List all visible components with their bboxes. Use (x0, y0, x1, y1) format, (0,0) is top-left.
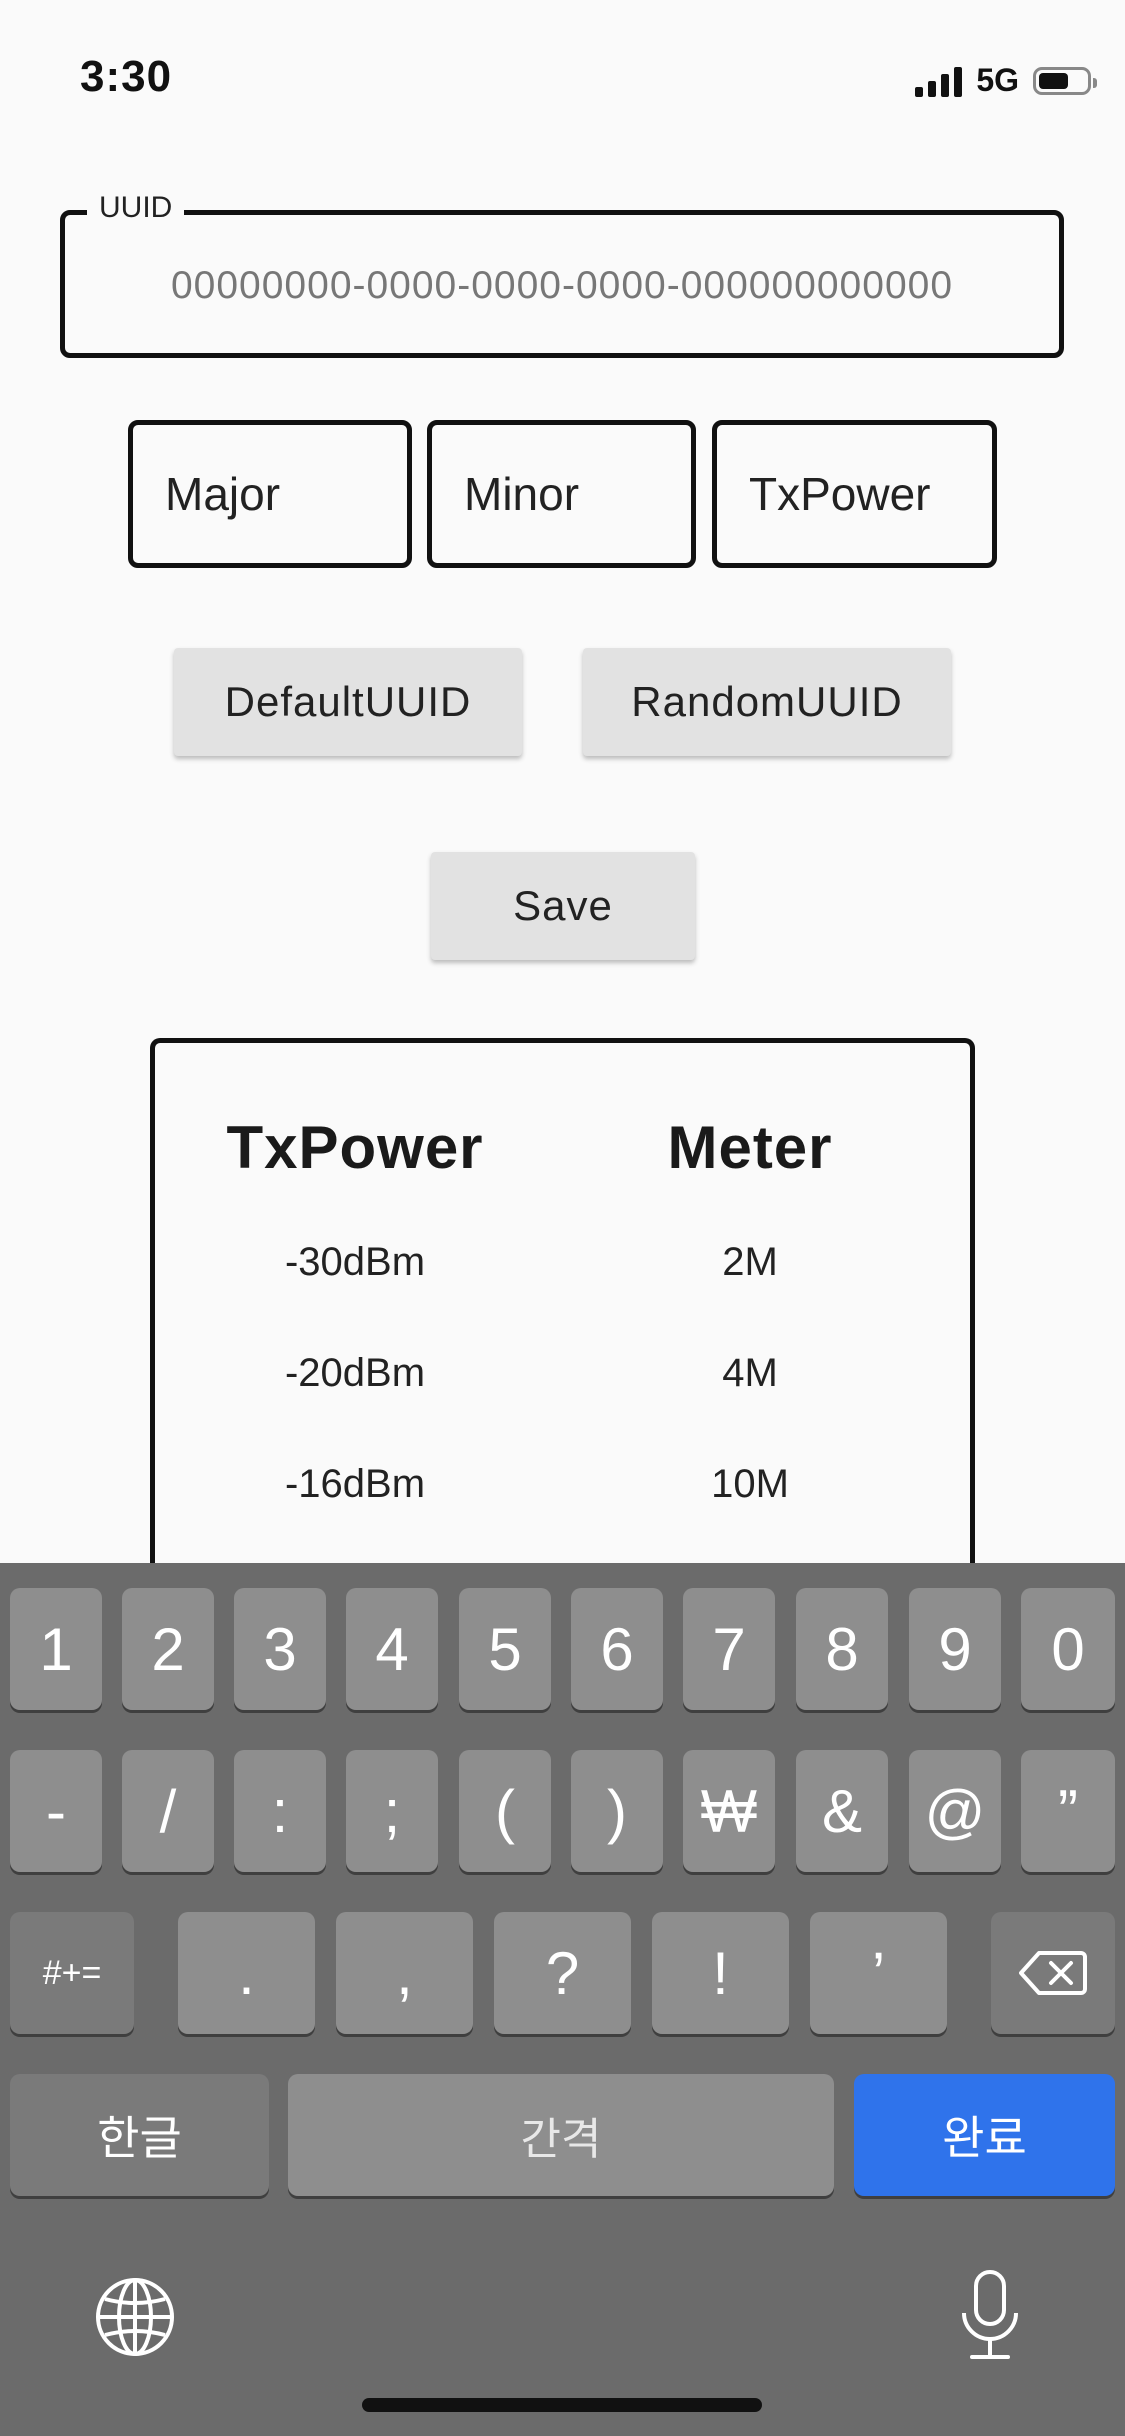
status-indicators: 5G (915, 62, 1097, 99)
table-cell: -16dBm (284, 1462, 426, 1506)
table-cell: 2M (722, 1240, 778, 1284)
key-space[interactable]: 간격 (288, 2074, 834, 2196)
key-hyphen[interactable]: - (10, 1750, 102, 1872)
key-9[interactable]: 9 (909, 1588, 1001, 1710)
table-header-meter: Meter (667, 1114, 833, 1181)
key-period[interactable]: . (178, 1912, 315, 2034)
table-cell: 10M (711, 1462, 789, 1506)
uuid-label: UUID (87, 191, 185, 225)
key-delete[interactable] (991, 1912, 1115, 2034)
globe-icon[interactable] (93, 2275, 177, 2359)
txpower-field[interactable] (712, 420, 997, 568)
key-2[interactable]: 2 (122, 1588, 214, 1710)
key-at[interactable]: @ (909, 1750, 1001, 1872)
minor-input[interactable] (432, 425, 691, 563)
signal-icon (915, 65, 963, 97)
random-uuid-button[interactable]: RandomUUID (583, 648, 951, 756)
battery-icon (1033, 66, 1097, 95)
key-exclamation[interactable]: ! (652, 1912, 789, 2034)
key-ampersand[interactable]: & (796, 1750, 888, 1872)
key-done[interactable]: 완료 (854, 2074, 1115, 2196)
status-time: 3:30 (80, 52, 173, 101)
uuid-input[interactable] (85, 245, 1039, 327)
key-right-paren[interactable]: ) (571, 1750, 663, 1872)
table-header-txpower: TxPower (226, 1114, 484, 1181)
key-4[interactable]: 4 (346, 1588, 438, 1710)
key-6[interactable]: 6 (571, 1588, 663, 1710)
key-quote[interactable]: ” (1021, 1750, 1115, 1872)
key-won[interactable]: ₩ (683, 1750, 775, 1872)
keyboard: 1 2 3 4 5 6 7 8 9 0 - / : ; ( ) ₩ & @ ” … (0, 1563, 1125, 2436)
uuid-field[interactable]: UUID (60, 191, 1064, 358)
table-cell: -30dBm (284, 1240, 426, 1284)
key-more-symbols[interactable]: #+= (10, 1912, 134, 2034)
txpower-meter-table: TxPower -30dBm -20dBm -16dBm Meter 2M 4M… (150, 1038, 975, 1578)
key-3[interactable]: 3 (234, 1588, 326, 1710)
key-5[interactable]: 5 (459, 1588, 551, 1710)
key-1[interactable]: 1 (10, 1588, 102, 1710)
table-cell: 4M (722, 1351, 778, 1395)
key-7[interactable]: 7 (683, 1588, 775, 1710)
key-hangul[interactable]: 한글 (10, 2074, 269, 2196)
key-0[interactable]: 0 (1021, 1588, 1115, 1710)
default-uuid-button[interactable]: DefaultUUID (174, 648, 522, 756)
key-semicolon[interactable]: ; (346, 1750, 438, 1872)
key-8[interactable]: 8 (796, 1588, 888, 1710)
txpower-input[interactable] (717, 425, 992, 563)
key-left-paren[interactable]: ( (459, 1750, 551, 1872)
microphone-icon[interactable] (958, 2269, 1022, 2363)
key-slash[interactable]: / (122, 1750, 214, 1872)
minor-field[interactable] (427, 420, 696, 568)
home-indicator (362, 2398, 762, 2412)
table-cell: -20dBm (284, 1351, 426, 1395)
key-apostrophe[interactable]: ’ (810, 1912, 947, 2034)
key-comma[interactable]: , (336, 1912, 473, 2034)
key-question[interactable]: ? (494, 1912, 631, 2034)
key-colon[interactable]: : (234, 1750, 326, 1872)
major-field[interactable] (128, 420, 412, 568)
major-input[interactable] (133, 425, 407, 563)
network-type: 5G (976, 62, 1019, 98)
backspace-icon (1019, 1951, 1087, 1995)
save-button[interactable]: Save (431, 852, 695, 960)
